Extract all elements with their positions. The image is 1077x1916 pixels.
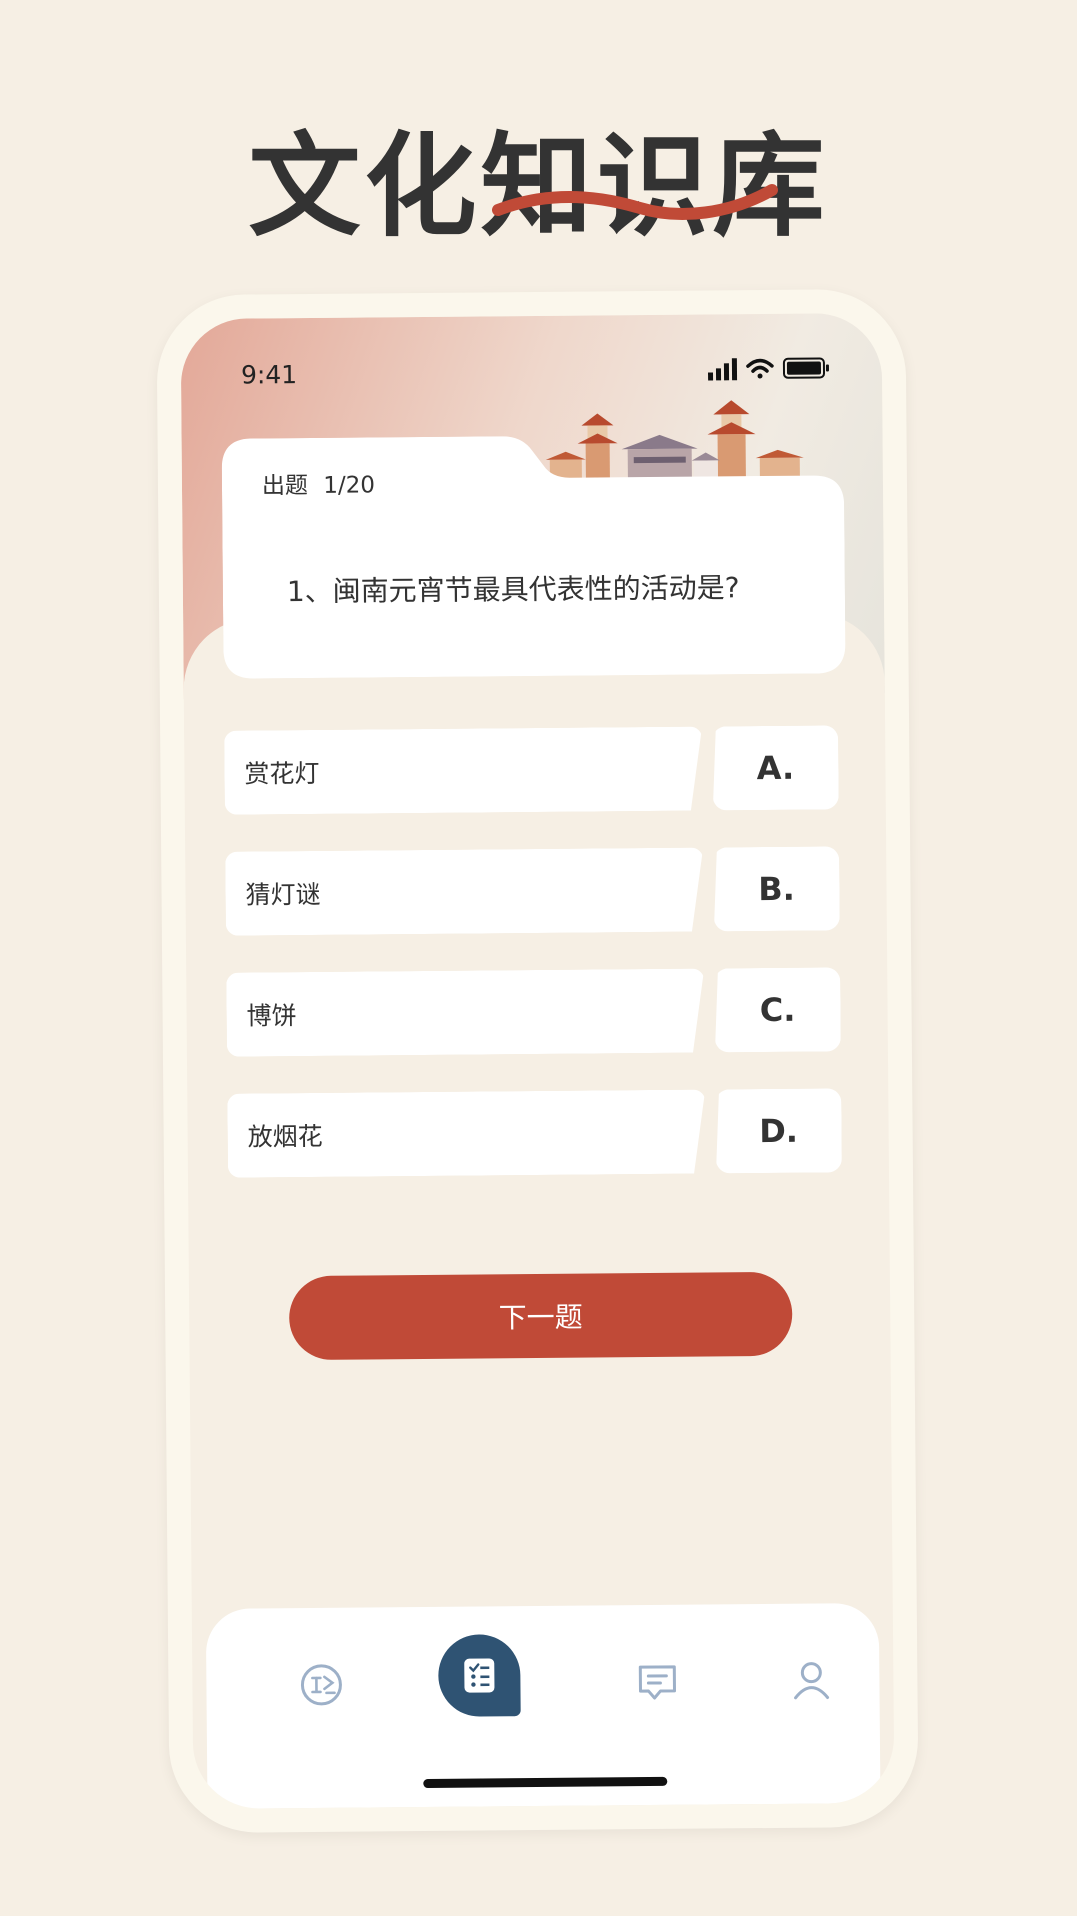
user-icon (794, 1662, 830, 1700)
option-a[interactable]: 赏花灯 A. (224, 725, 845, 814)
tab-profile[interactable] (766, 1635, 857, 1726)
option-d-letter[interactable]: D. (715, 1088, 842, 1173)
option-c-letter[interactable]: C. (714, 967, 841, 1052)
phone-screen: 9:41 出题 1/20 1、闽南元宵节最具代表性的活动是? 赏花灯 A. 猜灯… (180, 312, 895, 1810)
question-label-text: 出题 (261, 472, 309, 500)
signal-icon (707, 358, 738, 381)
battery-icon (782, 357, 829, 379)
question-progress: 1/20 (323, 472, 376, 499)
question-text: 1、闽南元宵节最具代表性的活动是? (286, 571, 740, 609)
option-a-letter[interactable]: A. (712, 725, 839, 810)
option-d[interactable]: 放烟花 D. (227, 1088, 848, 1177)
wifi-icon (746, 358, 774, 379)
tab-translate[interactable] (276, 1640, 367, 1731)
phone-frame: 9:41 出题 1/20 1、闽南元宵节最具代表性的活动是? 赏花灯 A. 猜灯… (156, 288, 919, 1834)
page-title: 文化知识库 (248, 122, 829, 252)
title-underline-swash (492, 184, 778, 220)
quiz-list-icon (464, 1658, 495, 1693)
option-c-text[interactable]: 博饼 (226, 969, 705, 1057)
translate-icon (300, 1664, 342, 1706)
option-a-text[interactable]: 赏花灯 (224, 727, 703, 815)
tab-chat[interactable] (612, 1637, 703, 1728)
option-b-letter[interactable]: B. (713, 846, 840, 931)
answer-options: 赏花灯 A. 猜灯谜 B. 博饼 C. 放烟花 D. (224, 725, 848, 1214)
status-time: 9:41 (240, 360, 298, 390)
question-label: 出题 1/20 (262, 465, 375, 500)
chat-icon (638, 1665, 677, 1700)
tab-quiz[interactable] (438, 1634, 529, 1725)
option-b-text[interactable]: 猜灯谜 (225, 848, 704, 936)
option-c[interactable]: 博饼 C. (226, 967, 847, 1056)
status-icons (707, 357, 829, 381)
next-question-button[interactable]: 下一题 (288, 1271, 793, 1361)
option-d-text[interactable]: 放烟花 (227, 1090, 706, 1178)
option-b[interactable]: 猜灯谜 B. (225, 846, 846, 935)
question-card: 出题 1/20 1、闽南元宵节最具代表性的活动是? (221, 433, 846, 679)
